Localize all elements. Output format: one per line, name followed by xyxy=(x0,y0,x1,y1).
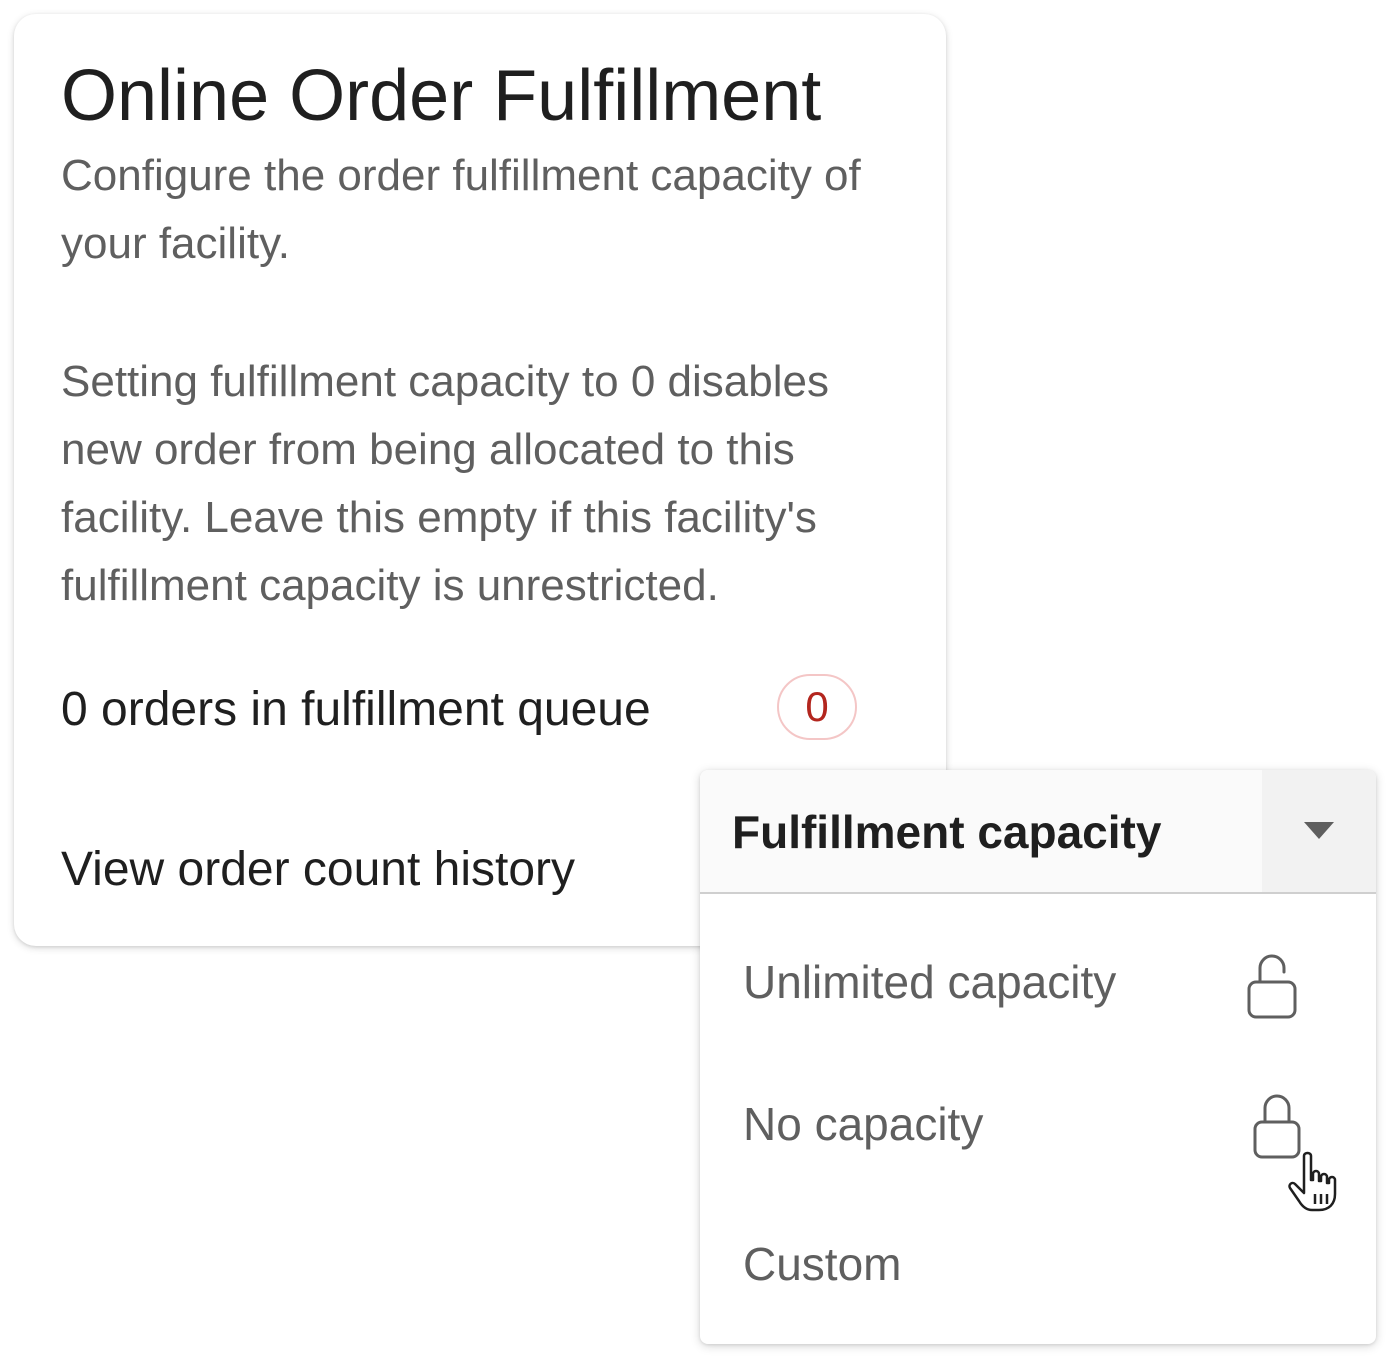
canvas: Online Order Fulfillment Configure the o… xyxy=(0,0,1397,1365)
hand-pointer-cursor-icon xyxy=(1288,1151,1337,1212)
caret-down-icon xyxy=(1304,822,1334,839)
option-label: No capacity xyxy=(743,1098,984,1150)
queue-row: 0 orders in fulfillment queue 0 xyxy=(61,674,881,746)
queue-label: 0 orders in fulfillment queue xyxy=(61,683,651,736)
view-order-count-history-link[interactable]: View order count history xyxy=(61,840,575,900)
option-label: Unlimited capacity xyxy=(743,956,1117,1008)
queue-count-badge: 0 xyxy=(777,674,857,740)
option-custom[interactable]: Custom xyxy=(700,1206,1376,1326)
card-description: Setting fulfillment capacity to 0 disabl… xyxy=(61,357,829,610)
option-label: Custom xyxy=(743,1238,902,1290)
unlocked-icon xyxy=(1247,954,1297,1019)
option-unlimited-capacity[interactable]: Unlimited capacity xyxy=(700,924,1376,1044)
dropdown-toggle[interactable] xyxy=(1262,770,1376,892)
capacity-select[interactable]: Fulfillment capacity xyxy=(700,770,1376,894)
card-subtitle: Configure the order fulfillment capacity… xyxy=(61,151,861,268)
card-title: Online Order Fulfillment xyxy=(61,56,822,136)
capacity-select-label: Fulfillment capacity xyxy=(732,806,1162,858)
option-no-capacity[interactable]: No capacity xyxy=(700,1066,1376,1186)
capacity-dropdown: Fulfillment capacity Unlimited capacity … xyxy=(700,770,1376,1344)
